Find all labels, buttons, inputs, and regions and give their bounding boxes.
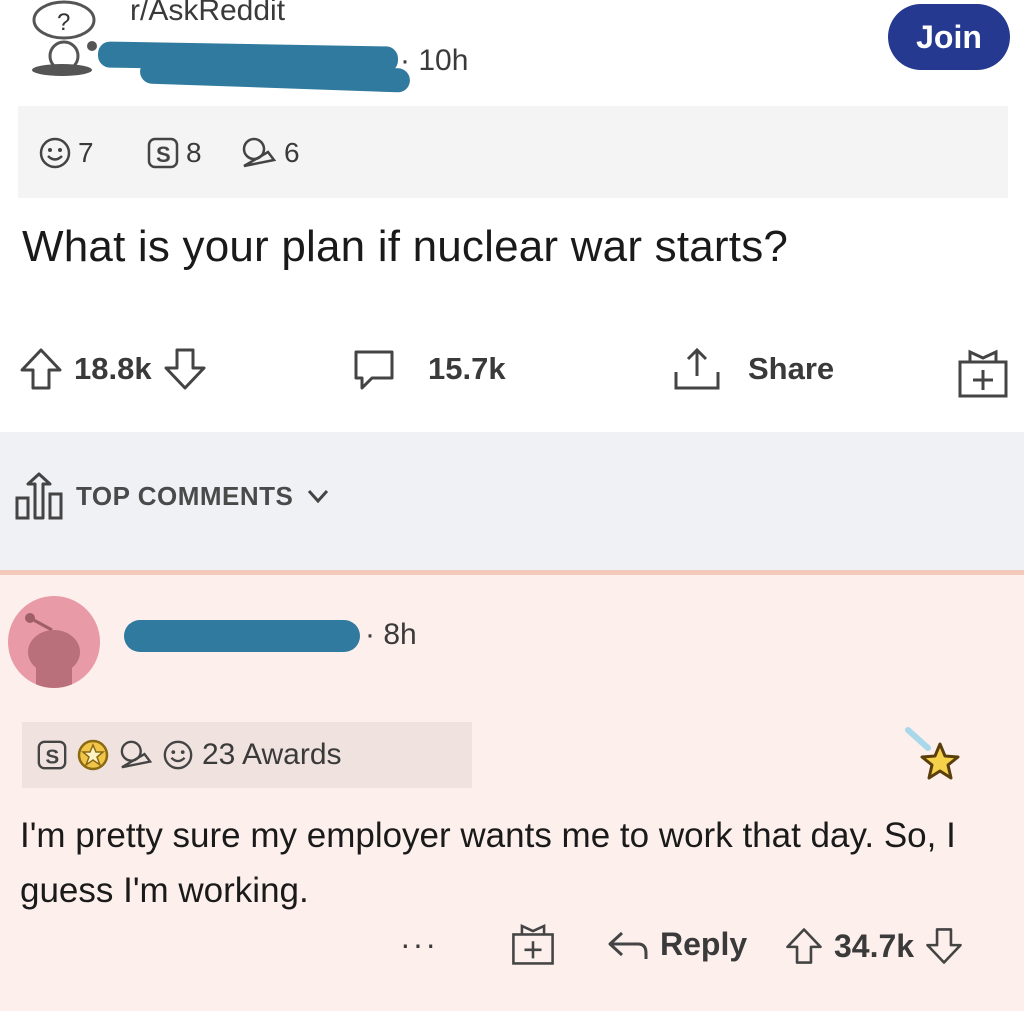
silver-award-icon: S	[36, 739, 68, 771]
comment-bubble-icon	[350, 346, 398, 392]
rising-sort-icon	[14, 470, 64, 522]
share-label: Share	[748, 351, 835, 386]
avatar[interactable]	[8, 596, 100, 688]
svg-text:S: S	[45, 745, 59, 768]
wholesome-award-icon	[38, 136, 72, 170]
award-wholesome[interactable]: 7	[38, 136, 94, 170]
reply-arrow-icon	[606, 927, 650, 963]
post-vote-group: 18.8k	[18, 346, 208, 392]
join-button[interactable]: Join	[888, 4, 1010, 70]
downvote-arrow-icon[interactable]	[162, 346, 208, 392]
comment-count: 15.7k	[428, 351, 506, 386]
comments-button[interactable]: 15.7k	[350, 346, 506, 392]
helpful-award-icon	[240, 136, 278, 170]
award-count: 6	[284, 137, 300, 168]
more-options-icon: ···	[400, 926, 438, 962]
downvote-arrow-icon[interactable]	[924, 926, 964, 966]
share-button[interactable]: Share	[670, 346, 834, 392]
comment-awards-bar[interactable]: S 23 Awards	[22, 722, 472, 788]
subreddit-icon[interactable]: ?	[26, 0, 106, 78]
award-helpful[interactable]: 6	[240, 136, 300, 170]
redacted-commenter	[124, 620, 360, 652]
sort-comments-dropdown[interactable]: TOP COMMENTS	[14, 470, 331, 522]
comment-body: I'm pretty sure my employer wants me to …	[20, 816, 956, 910]
share-icon	[670, 346, 724, 392]
comment-vote-group: 34.7k	[784, 926, 964, 966]
comment-age: · 8h	[365, 618, 417, 651]
give-award-icon[interactable]	[956, 346, 1010, 398]
wholesome-award-icon	[162, 739, 194, 771]
comment-awards-count: 23 Awards	[202, 738, 342, 771]
post-score: 18.8k	[74, 351, 152, 386]
reply-label: Reply	[660, 926, 748, 962]
chevron-down-icon	[305, 486, 331, 506]
post-card: ? r/AskReddit · 10h Join 7 S 8 6 What is…	[0, 0, 1024, 432]
upvote-arrow-icon[interactable]	[784, 926, 824, 966]
award-count: 7	[78, 137, 94, 168]
give-award-icon[interactable]	[510, 920, 556, 966]
sort-label: TOP COMMENTS	[76, 480, 294, 511]
silver-award-icon: S	[146, 136, 180, 170]
more-options-button[interactable]: ···	[400, 926, 438, 963]
post-title[interactable]: What is your plan if nuclear war starts?	[22, 222, 1012, 272]
post-age: · 10h	[400, 44, 469, 77]
svg-text:?: ?	[57, 9, 70, 36]
comment-score: 34.7k	[834, 927, 915, 964]
post-awards-bar[interactable]: 7 S 8 6	[18, 106, 1008, 198]
award-count: 8	[186, 137, 202, 168]
award-silver[interactable]: S 8	[146, 136, 202, 170]
svg-text:S: S	[156, 142, 171, 167]
gold-award-icon	[76, 738, 110, 772]
upvote-arrow-icon[interactable]	[18, 346, 64, 392]
reply-button[interactable]: Reply	[606, 926, 747, 963]
subreddit-name[interactable]: r/AskReddit	[130, 0, 285, 28]
star-award-icon	[900, 722, 970, 792]
helpful-award-icon	[118, 739, 154, 771]
